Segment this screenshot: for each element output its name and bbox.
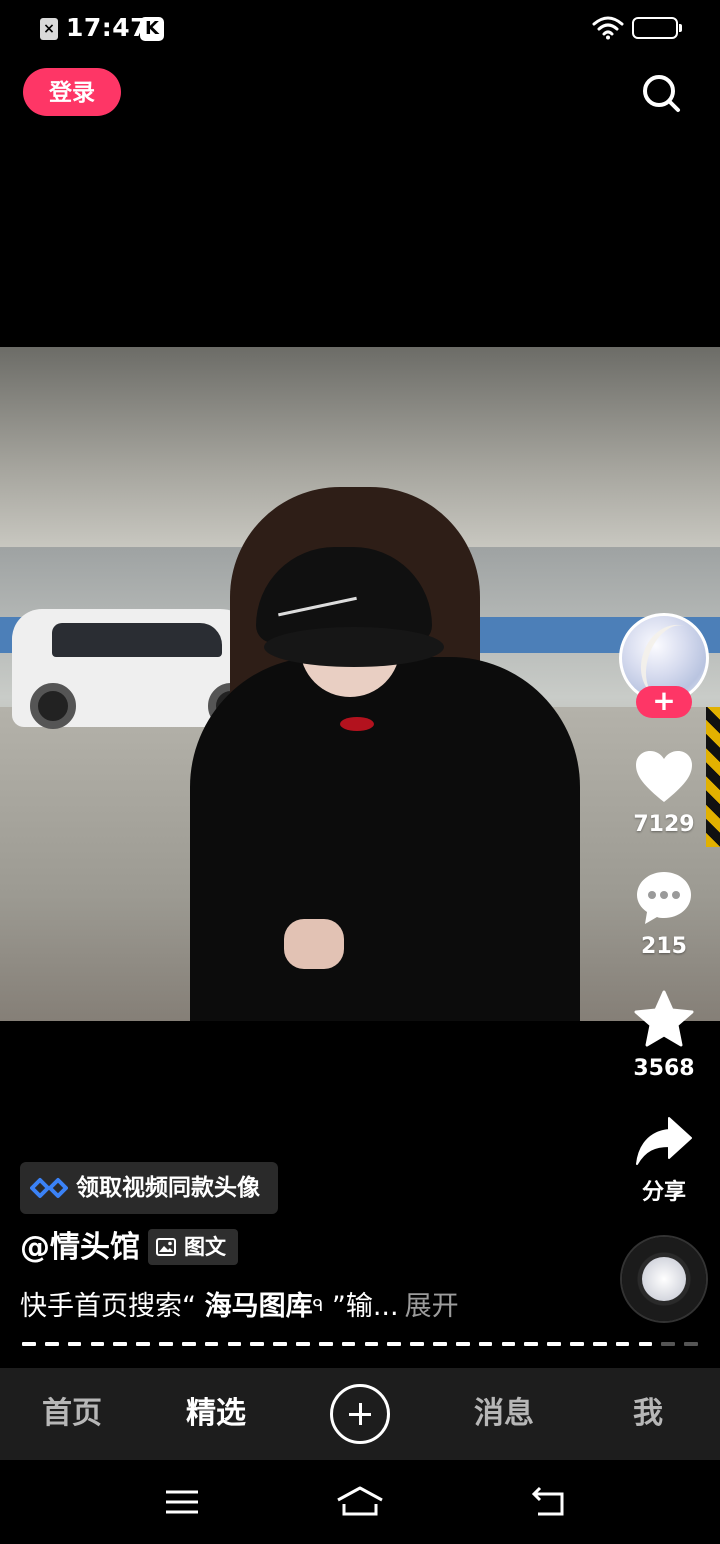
post-type-label: 图文 (184, 1235, 226, 1259)
progress-segment (227, 1342, 242, 1346)
author-avatar-group[interactable]: + (619, 613, 709, 719)
progress-segment (90, 1342, 105, 1346)
hand (284, 919, 344, 969)
progress-segment (181, 1342, 196, 1346)
video-content[interactable] (0, 347, 720, 1021)
photo-progress-bar (22, 1342, 698, 1346)
comment-icon (637, 872, 691, 924)
progress-segment (501, 1342, 516, 1346)
progress-segment (387, 1342, 402, 1346)
menu-icon[interactable] (162, 1484, 202, 1520)
home-icon[interactable] (336, 1484, 384, 1520)
back-icon[interactable] (528, 1484, 568, 1520)
cap-brim (264, 627, 444, 667)
progress-segment (547, 1342, 561, 1346)
car-wheel (30, 683, 76, 729)
like-count: 7129 (633, 812, 695, 837)
progress-segment (318, 1342, 333, 1346)
heart-icon (636, 751, 692, 802)
progress-segment (661, 1342, 676, 1346)
favorite-button[interactable]: 3568 (620, 990, 708, 1081)
tab-messages[interactable]: 消息 (464, 1368, 544, 1460)
kuaishou-notification-icon: K (140, 17, 164, 41)
progress-segment (615, 1342, 630, 1346)
system-navigation-bar (0, 1460, 720, 1544)
progress-segment (296, 1342, 310, 1346)
progress-segment (410, 1342, 424, 1346)
progress-segment (159, 1342, 173, 1346)
comment-button[interactable]: 215 (620, 870, 708, 959)
login-button[interactable]: 登录 (23, 68, 121, 116)
tag-chip-label: 领取视频同款头像 (76, 1175, 260, 1201)
progress-segment (22, 1342, 36, 1346)
share-label: 分享 (641, 1180, 686, 1205)
person-figure (190, 447, 580, 1021)
black-outfit (190, 657, 580, 1021)
post-description[interactable]: 快手首页搜索“ 海马图库ᑫ ”输... 展开 (20, 1288, 459, 1325)
share-arrow-icon (636, 1117, 692, 1165)
progress-segment (478, 1342, 493, 1346)
tab-featured[interactable]: 精选 (176, 1368, 256, 1460)
status-bar: × 17:47 K 82 (0, 0, 720, 58)
like-button[interactable]: 7129 (620, 750, 708, 837)
progress-segment (204, 1342, 219, 1346)
progress-segment (136, 1342, 150, 1346)
desc-prefix: 快手首页搜索“ (20, 1291, 205, 1322)
notification-app-icon: × (40, 18, 58, 40)
search-icon[interactable] (640, 72, 682, 114)
red-lips (340, 717, 374, 731)
desc-suffix: ”输... (323, 1291, 399, 1322)
tab-home[interactable]: 首页 (32, 1368, 112, 1460)
add-post-button[interactable] (330, 1384, 390, 1444)
progress-segment (250, 1342, 265, 1346)
favorite-count: 3568 (633, 1056, 695, 1081)
music-disc[interactable] (622, 1237, 706, 1321)
expand-link[interactable]: 展开 (405, 1291, 459, 1322)
progress-segment (592, 1342, 607, 1346)
bottom-tab-bar: 首页 精选 消息 我 (0, 1368, 720, 1460)
progress-segment (67, 1342, 82, 1346)
progress-segment (638, 1342, 653, 1346)
battery-indicator: 82 (632, 17, 682, 39)
progress-segment (364, 1342, 379, 1346)
progress-segment (433, 1342, 447, 1346)
share-button[interactable]: 分享 (620, 1116, 708, 1206)
tab-me[interactable]: 我 (622, 1368, 674, 1460)
post-type-chip: 图文 (148, 1229, 238, 1265)
hazard-stripe (706, 707, 720, 847)
comment-count: 215 (641, 934, 687, 959)
wifi-icon (592, 16, 624, 40)
keyword-search-icon: ᑫ (312, 1296, 324, 1316)
progress-segment (273, 1342, 287, 1346)
progress-segment (44, 1342, 59, 1346)
progress-segment (113, 1342, 128, 1346)
progress-segment (570, 1342, 584, 1346)
progress-segment (341, 1342, 356, 1346)
music-disc-cover (642, 1257, 686, 1301)
follow-button[interactable]: + (636, 686, 692, 718)
progress-segment (684, 1342, 698, 1346)
battery-nub (679, 24, 682, 32)
kuaishou-link-icon (30, 1178, 68, 1198)
battery-percent: 82 (645, 20, 665, 36)
avatar-tag-chip[interactable]: 领取视频同款头像 (20, 1162, 278, 1214)
star-icon (634, 990, 694, 1047)
progress-segment (524, 1342, 539, 1346)
desc-keyword[interactable]: 海马图库 (205, 1291, 313, 1322)
progress-segment (455, 1342, 470, 1346)
image-icon (156, 1238, 176, 1256)
status-time: 17:47 (66, 13, 149, 42)
author-name[interactable]: @情头馆 (20, 1228, 140, 1268)
